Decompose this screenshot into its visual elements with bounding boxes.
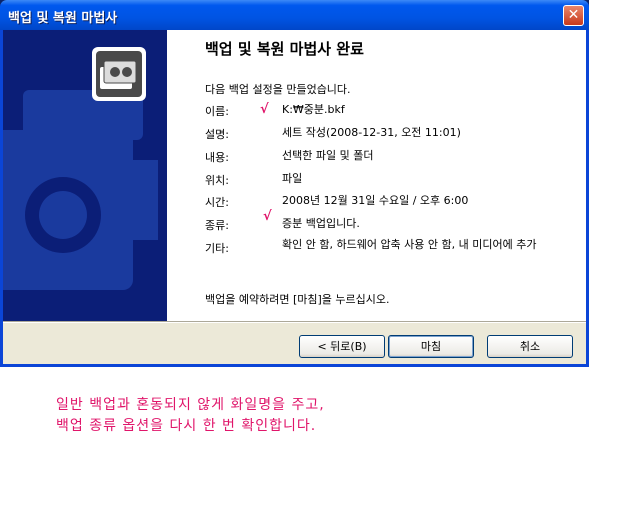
intro-text: 다음 백업 설정을 만들었습니다. bbox=[205, 83, 351, 96]
location-label: 위치: bbox=[205, 174, 229, 187]
type-label: 종류: bbox=[205, 219, 229, 232]
page-title: 백업 및 복원 마법사 완료 bbox=[205, 40, 364, 58]
finish-button[interactable]: 마침 bbox=[388, 335, 474, 358]
description-label: 설명: bbox=[205, 128, 229, 141]
contents-label: 내용: bbox=[205, 151, 229, 164]
annotation-line-2: 백업 종류 옵션을 다시 한 번 확인합니다. bbox=[56, 418, 317, 434]
title-bar[interactable]: 백업 및 복원 마법사 ✕ bbox=[0, 0, 589, 30]
wizard-banner bbox=[3, 30, 167, 321]
footer-instruction: 백업을 예약하려면 [마침]을 누르십시오. bbox=[205, 293, 390, 306]
backup-icon bbox=[92, 47, 146, 101]
name-label: 이름: bbox=[205, 105, 229, 118]
name-value: K:₩중분.bkf bbox=[282, 103, 345, 116]
window-title: 백업 및 복원 마법사 bbox=[8, 11, 118, 26]
time-value: 2008년 12월 31일 수요일 / 오후 6:00 bbox=[282, 194, 469, 207]
wizard-window: 백업 및 복원 마법사 ✕ 백업 및 복원 마법사 완료 다음 백업 설정을 만… bbox=[0, 0, 589, 367]
check-mark-icon: √ bbox=[260, 102, 269, 117]
content-panel: 백업 및 복원 마법사 완료 다음 백업 설정을 만들었습니다. 이름: K:₩… bbox=[167, 30, 586, 321]
contents-value: 선택한 파일 및 폴더 bbox=[282, 149, 374, 162]
close-icon: ✕ bbox=[567, 7, 580, 23]
backup-banner-graphic bbox=[3, 47, 158, 290]
wizard-client: 백업 및 복원 마법사 완료 다음 백업 설정을 만들었습니다. 이름: K:₩… bbox=[3, 30, 586, 364]
check-mark-icon: √ bbox=[263, 209, 272, 224]
other-value: 확인 안 함, 하드웨어 압축 사용 안 함, 내 미디어에 추가 bbox=[282, 238, 537, 251]
location-value: 파일 bbox=[282, 172, 303, 185]
annotation-line-1: 일반 백업과 혼동되지 않게 화일명을 주고, bbox=[56, 397, 325, 413]
close-button[interactable]: ✕ bbox=[563, 5, 584, 26]
cancel-button[interactable]: 취소 bbox=[487, 335, 573, 358]
other-label: 기타: bbox=[205, 242, 229, 255]
description-value: 세트 작성(2008-12-31, 오전 11:01) bbox=[282, 126, 461, 139]
time-label: 시간: bbox=[205, 196, 229, 209]
type-value: 증분 백업입니다. bbox=[282, 217, 360, 230]
back-button[interactable]: < 뒤로(B) bbox=[299, 335, 385, 358]
button-separator bbox=[3, 321, 586, 323]
